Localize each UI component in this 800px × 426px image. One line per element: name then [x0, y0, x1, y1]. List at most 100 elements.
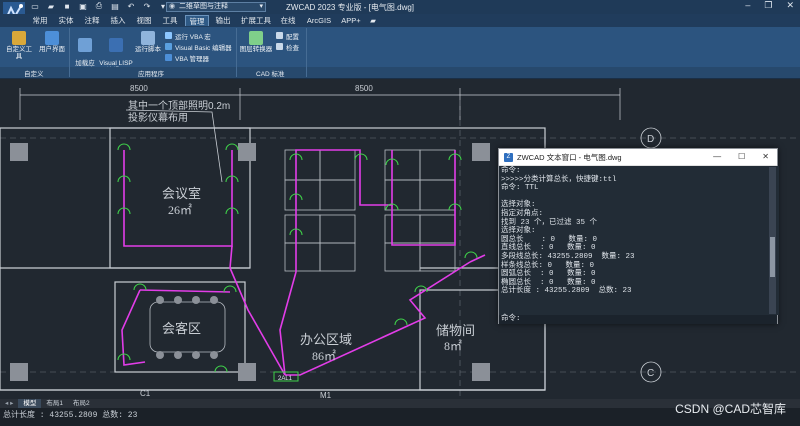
room-area-office: 86㎡	[312, 349, 336, 363]
room-label-office: 办公区域	[300, 332, 352, 347]
text-window-close-button[interactable]: ✕	[762, 152, 769, 161]
redo-icon[interactable]: ↷	[142, 1, 152, 11]
tab-insert[interactable]: 插入	[108, 15, 128, 26]
text-window-command-input[interactable]: 命令:	[499, 315, 777, 324]
workspace-dropdown[interactable]: 二维草图与注释	[166, 2, 266, 12]
text-window-title: ZWCAD 文本窗口 - 电气图.dwg	[517, 152, 622, 162]
user-interface-button[interactable]: 用户界面	[37, 31, 67, 53]
run-script-button[interactable]: 运行脚本	[134, 31, 162, 53]
text-window-app-icon: Z	[504, 152, 513, 162]
tab-online[interactable]: 在线	[278, 15, 298, 26]
ribbon-tab-bar: 常用 实体 注释 插入 视图 工具 管理 输出 扩展工具 在线 ArcGIS A…	[0, 14, 800, 27]
open-folder-icon[interactable]: ▰	[46, 1, 56, 11]
title-bar: ▭ ▰ ■ ▣ ⎙ ▤ ↶ ↷ ▾ 二维草图与注释 ZWCAD 2023 专业版…	[0, 0, 800, 24]
plot-icon[interactable]: ▤	[110, 1, 120, 11]
history-line: 命令: TTL	[501, 184, 539, 193]
grid-label-d: D	[647, 134, 654, 145]
dimension-text-left: 8500	[130, 84, 148, 93]
history-line: 指定对角点:	[501, 209, 544, 218]
history-line: 样条线总长: 0 数量: 0	[501, 261, 595, 270]
group-label-applications: 应用程序	[138, 71, 164, 78]
vba-editor-button[interactable]: Visual Basic 编辑器	[165, 42, 232, 52]
annotation-line-2: 投影仪幕布用	[128, 111, 188, 124]
history-line	[501, 193, 777, 202]
tab-home[interactable]: 常用	[30, 15, 50, 26]
vba-editor-icon	[165, 43, 172, 50]
tab-annotate[interactable]: 注释	[82, 15, 102, 26]
window-controls: – ❐ ✕	[745, 0, 794, 11]
tab-tools[interactable]: 工具	[160, 15, 180, 26]
ribbon-minimize-icon[interactable]: ▰	[368, 15, 378, 26]
panel-label: 2AL1	[278, 376, 293, 382]
text-window-titlebar[interactable]: Z ZWCAD 文本窗口 - 电气图.dwg — ☐ ✕	[499, 149, 777, 166]
text-window-maximize-button[interactable]: ☐	[738, 152, 745, 161]
tab-layout2[interactable]: 布局2	[68, 399, 95, 408]
tab-model[interactable]: 模型	[18, 399, 42, 408]
minimize-button[interactable]: –	[745, 0, 750, 11]
room-area-meeting: 26㎡	[168, 203, 192, 217]
layer-translator-icon	[249, 31, 263, 45]
custom-tools-button[interactable]: 自定义工具	[3, 31, 35, 60]
check-icon	[276, 43, 283, 50]
tab-view[interactable]: 视图	[134, 15, 154, 26]
tab-extended-tools[interactable]: 扩展工具	[240, 15, 272, 26]
visual-lisp-icon	[109, 38, 123, 52]
history-line: 总计长度 : 43255.2809 总数: 23	[501, 287, 632, 296]
tab-output[interactable]: 输出	[213, 15, 233, 26]
door-label-m1: M1	[320, 391, 332, 399]
room-label-meeting: 会议室	[162, 186, 201, 201]
window-label-c1: C1	[140, 389, 151, 398]
history-line: 命令:	[501, 167, 521, 175]
tab-app-plus[interactable]: APP+	[338, 15, 364, 26]
restore-button[interactable]: ❐	[764, 0, 772, 11]
grid-label-c: C	[647, 368, 654, 379]
history-line: 直线总长 : 0 数量: 0	[501, 244, 596, 253]
room-label-storage: 储物间	[436, 323, 475, 338]
history-line: 找到 23 个，已过滤 35 个	[501, 218, 598, 227]
close-button[interactable]: ✕	[786, 0, 794, 11]
run-vba-macro-button[interactable]: 运行 VBA 宏	[165, 31, 211, 41]
new-file-icon[interactable]: ▭	[30, 1, 40, 11]
ribbon-group-labels: 自定义 应用程序 CAD 标准	[0, 67, 800, 78]
room-label-reception: 会客区	[162, 321, 201, 336]
layer-translator-button[interactable]: 图层转换器	[239, 31, 273, 53]
text-window-controls: — ☐ ✕	[713, 152, 769, 161]
tab-layout1[interactable]: 布局1	[41, 399, 68, 408]
run-vba-icon	[165, 32, 172, 39]
standards-config-button[interactable]: 配置	[276, 31, 299, 41]
print-icon[interactable]: ⎙	[94, 1, 104, 11]
save-as-icon[interactable]: ▣	[78, 1, 88, 11]
history-line: 圆弧总长 : 0 数量: 0	[501, 270, 596, 279]
tab-arcgis[interactable]: ArcGIS	[304, 15, 334, 26]
csdn-watermark: CSDN @CAD芯智库	[675, 402, 786, 416]
load-application-icon	[78, 38, 92, 52]
run-script-icon	[141, 31, 155, 45]
room-area-storage: 8㎡	[444, 339, 462, 353]
text-window-scrollbar[interactable]	[769, 167, 776, 314]
dimension-lines	[19, 88, 621, 120]
history-line: 选择对象:	[501, 227, 536, 236]
vba-manager-button[interactable]: VBA 管理器	[165, 53, 209, 63]
scrollbar-thumb[interactable]	[770, 237, 775, 277]
vba-manager-icon	[165, 54, 172, 61]
tab-solid[interactable]: 实体	[56, 15, 76, 26]
config-icon	[276, 32, 283, 39]
walls	[0, 127, 546, 391]
dimension-text-right: 8500	[355, 84, 373, 93]
group-separator	[306, 28, 307, 77]
group-label-customize: 自定义	[24, 71, 44, 78]
group-separator	[69, 28, 70, 77]
annotation-line-1: 其中一个顶部照明0.2m	[128, 99, 230, 112]
tab-manage[interactable]: 管理	[185, 15, 209, 26]
history-line: 选择对象:	[501, 201, 536, 210]
text-window-minimize-button[interactable]: —	[713, 152, 721, 161]
save-icon[interactable]: ■	[62, 1, 72, 11]
group-separator	[236, 28, 237, 77]
tab-nav-arrows-icon[interactable]: ◂ ▸	[0, 399, 18, 408]
lighting-fixtures	[117, 143, 478, 373]
standards-check-button[interactable]: 检查	[276, 42, 299, 52]
user-interface-icon	[45, 31, 59, 45]
text-window-history[interactable]: 命令: >>>>>分类计算总长，快捷键:ttl 命令: TTL 选择对象: 指定…	[499, 166, 779, 315]
text-window[interactable]: Z ZWCAD 文本窗口 - 电气图.dwg — ☐ ✕ 命令: >>>>>分类…	[498, 148, 779, 324]
undo-icon[interactable]: ↶	[126, 1, 136, 11]
